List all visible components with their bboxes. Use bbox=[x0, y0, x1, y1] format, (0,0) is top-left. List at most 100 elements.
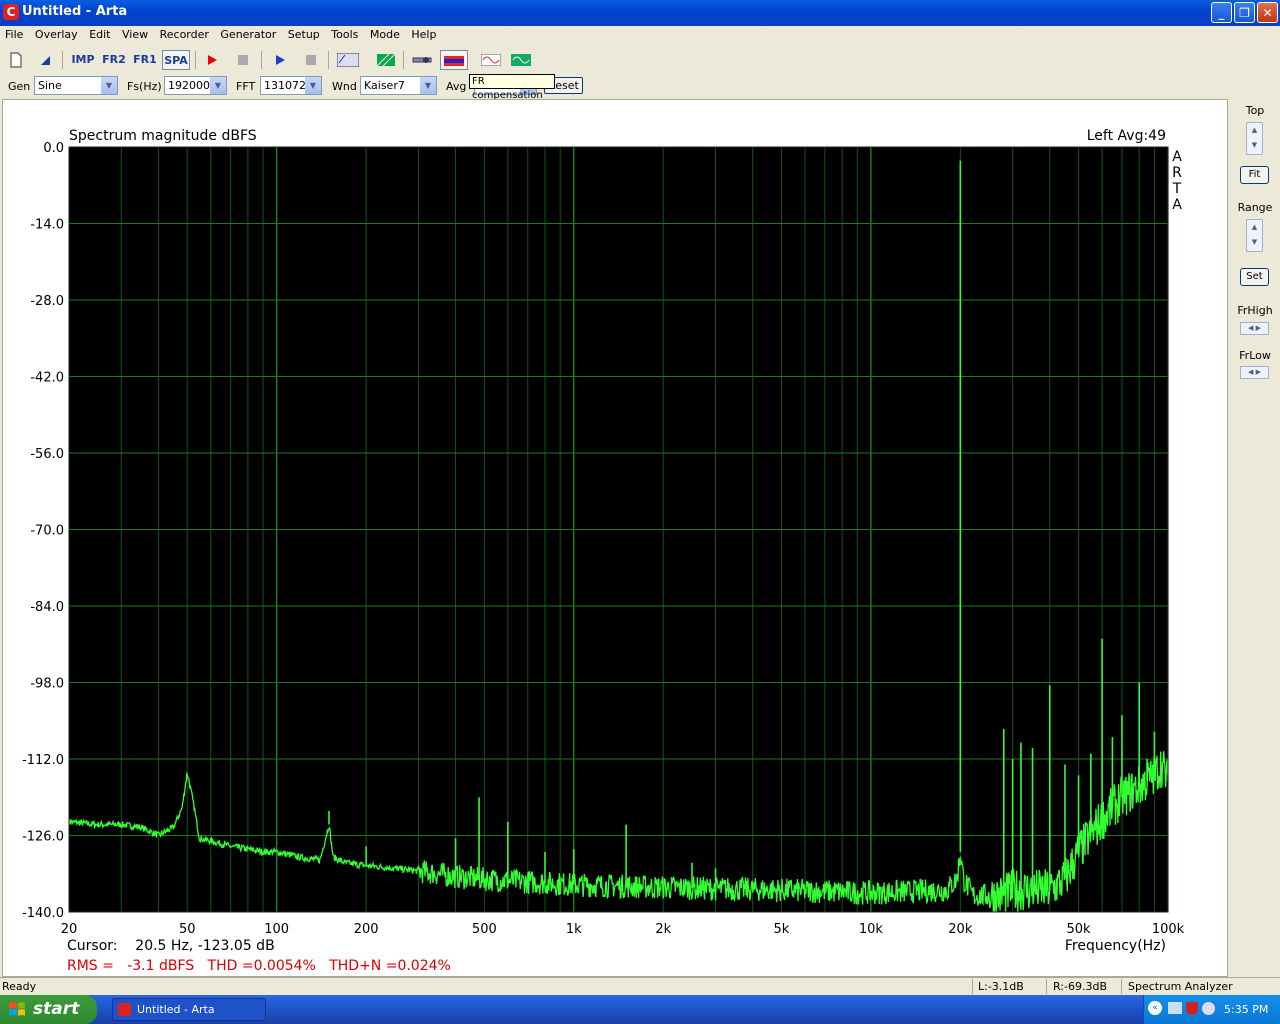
chevron-down-icon: ▼ bbox=[101, 77, 117, 94]
x-tick-label: 500 bbox=[472, 922, 497, 937]
start-button[interactable]: start bbox=[0, 995, 97, 1024]
y-tick-label: -56.0 bbox=[30, 447, 64, 462]
chevron-down-icon: ▼ bbox=[420, 77, 436, 94]
chevron-up-icon[interactable]: ▲ bbox=[1247, 123, 1262, 138]
chevron-down-icon[interactable]: ▼ bbox=[1247, 138, 1262, 153]
sample-rate-value: 192000 bbox=[168, 79, 210, 92]
fr2-mode-button[interactable]: FR2 bbox=[101, 50, 127, 70]
restore-button[interactable]: ❐ bbox=[1234, 2, 1255, 23]
menu-recorder[interactable]: Recorder bbox=[155, 26, 212, 41]
x-tick-label: 2k bbox=[655, 922, 671, 937]
network-icon[interactable] bbox=[1168, 1002, 1182, 1014]
frhigh-spinner[interactable]: ◀ ▶ bbox=[1240, 322, 1269, 335]
title-bar: C Untitled - Arta _ ❐ ✕ bbox=[0, 0, 1280, 26]
y-tick-label: 0.0 bbox=[43, 141, 64, 156]
clock[interactable]: 5:35 PM bbox=[1224, 1003, 1268, 1016]
fft-size-select[interactable]: 131072 ▼ bbox=[260, 76, 322, 95]
wnd-label: Wnd bbox=[332, 80, 357, 93]
menu-mode[interactable]: Mode bbox=[365, 26, 403, 41]
plot-frame: 0.0 -14.0 -28.0 -42.0 -56.0 -70.0 -84.0 -98.0 -1… bbox=[2, 99, 1228, 977]
y-tick-label: -28.0 bbox=[30, 294, 64, 309]
spa-mode-button[interactable]: SPA bbox=[162, 50, 190, 70]
status-left-level: L:-3.1dB bbox=[978, 980, 1024, 993]
fit-button[interactable]: Fit bbox=[1240, 166, 1269, 184]
spectrum-plot[interactable]: 0.0 -14.0 -28.0 -42.0 -56.0 -70.0 -84.0 -98.0 -1… bbox=[3, 100, 1227, 976]
x-tick-label: 50k bbox=[1067, 922, 1092, 937]
hatch-icon[interactable] bbox=[374, 50, 398, 70]
top-spinner[interactable]: ▲ ▼ bbox=[1246, 122, 1263, 155]
play-icon[interactable] bbox=[268, 50, 292, 70]
arta-watermark-a1: A bbox=[1172, 149, 1182, 165]
menu-view[interactable]: View bbox=[117, 26, 151, 41]
menu-bar: File Overlay Edit View Recorder Generato… bbox=[0, 26, 1280, 45]
frlow-label: FrLow bbox=[1239, 349, 1271, 362]
menu-file[interactable]: File bbox=[0, 26, 26, 41]
chevron-down-icon[interactable]: ▼ bbox=[1247, 235, 1262, 250]
x-tick-label: 100 bbox=[264, 922, 289, 937]
right-panel: Top ▲ ▼ Fit Range ▲ ▼ Set FrHigh ◀ ▶ FrLow… bbox=[1230, 99, 1280, 977]
window-title: Untitled - Arta bbox=[22, 4, 128, 19]
status-ready: Ready bbox=[2, 980, 37, 993]
shield-icon[interactable] bbox=[1186, 1002, 1198, 1015]
channel-info: Left Avg:49 bbox=[1087, 128, 1166, 144]
app-icon: C bbox=[3, 4, 19, 20]
abc-icon[interactable] bbox=[336, 50, 360, 70]
generator-value: Sine bbox=[38, 79, 62, 92]
frhigh-label: FrHigh bbox=[1237, 304, 1273, 317]
record-stop-icon[interactable] bbox=[231, 50, 255, 70]
range-label: Range bbox=[1237, 201, 1273, 214]
status-right-level: R:-69.3dB bbox=[1053, 980, 1108, 993]
record-play-icon[interactable] bbox=[200, 50, 224, 70]
generator-select[interactable]: Sine ▼ bbox=[34, 76, 118, 95]
antivirus-icon[interactable] bbox=[1202, 1002, 1215, 1015]
link-icon[interactable] bbox=[410, 50, 434, 70]
plot-title: Spectrum magnitude dBFS bbox=[69, 128, 257, 144]
fr-compensation-icon[interactable] bbox=[440, 50, 468, 70]
set-button[interactable]: Set bbox=[1240, 268, 1269, 286]
y-tick-label: -70.0 bbox=[30, 524, 64, 539]
sample-rate-select[interactable]: 192000 ▼ bbox=[164, 76, 227, 95]
chevron-up-icon[interactable]: ▲ bbox=[1247, 220, 1262, 235]
tray-expand-icon[interactable]: « bbox=[1148, 1001, 1162, 1015]
windows-logo-icon bbox=[9, 1002, 25, 1016]
new-file-icon[interactable] bbox=[4, 50, 28, 70]
metrics-readout: RMS = -3.1 dBFS THD =0.0054% THD+N =0.02… bbox=[67, 958, 451, 974]
taskbar-item-arta[interactable]: Untitled - Arta bbox=[112, 998, 266, 1021]
open-file-icon[interactable] bbox=[33, 50, 57, 70]
close-button[interactable]: ✕ bbox=[1257, 2, 1278, 23]
fr1-mode-button[interactable]: FR1 bbox=[132, 50, 158, 70]
x-tick-label: 20 bbox=[61, 922, 78, 937]
toolbar: IMP FR2 FR1 SPA bbox=[0, 47, 1280, 73]
fft-label: FFT bbox=[236, 80, 256, 93]
sine-wave-icon[interactable] bbox=[479, 50, 503, 70]
start-label: start bbox=[33, 999, 80, 1019]
x-tick-label: 50 bbox=[179, 922, 196, 937]
chevron-down-icon: ▼ bbox=[305, 77, 321, 94]
chevron-down-icon: ▼ bbox=[210, 77, 226, 94]
cursor-readout: Cursor: 20.5 Hz, -123.05 dB bbox=[67, 938, 275, 954]
range-spinner[interactable]: ▲ ▼ bbox=[1246, 219, 1263, 252]
x-tick-label: 10k bbox=[859, 922, 884, 937]
arta-watermark-t: T bbox=[1172, 181, 1182, 197]
y-tick-label: -98.0 bbox=[30, 677, 64, 692]
arta-app-icon bbox=[118, 1003, 131, 1016]
taskbar-item-label: Untitled - Arta bbox=[137, 1003, 215, 1016]
menu-help[interactable]: Help bbox=[406, 26, 439, 41]
arta-watermark-r: R bbox=[1172, 165, 1182, 181]
window-select[interactable]: Kaiser7 ▼ bbox=[360, 76, 437, 95]
green-wave-icon[interactable] bbox=[509, 50, 533, 70]
minimize-button[interactable]: _ bbox=[1211, 2, 1232, 23]
frlow-spinner[interactable]: ◀ ▶ bbox=[1240, 366, 1269, 379]
menu-overlay[interactable]: Overlay bbox=[30, 26, 81, 41]
y-tick-label: -14.0 bbox=[30, 218, 64, 233]
menu-tools[interactable]: Tools bbox=[326, 26, 361, 41]
imp-mode-button[interactable]: IMP bbox=[70, 50, 96, 70]
arta-watermark-a2: A bbox=[1172, 197, 1182, 213]
menu-setup[interactable]: Setup bbox=[283, 26, 323, 41]
stop-icon[interactable] bbox=[299, 50, 323, 70]
menu-generator[interactable]: Generator bbox=[215, 26, 279, 41]
fft-size-value: 131072 bbox=[264, 79, 306, 92]
x-tick-label: 1k bbox=[566, 922, 582, 937]
menu-edit[interactable]: Edit bbox=[84, 26, 113, 41]
fs-label: Fs(Hz) bbox=[127, 80, 162, 93]
